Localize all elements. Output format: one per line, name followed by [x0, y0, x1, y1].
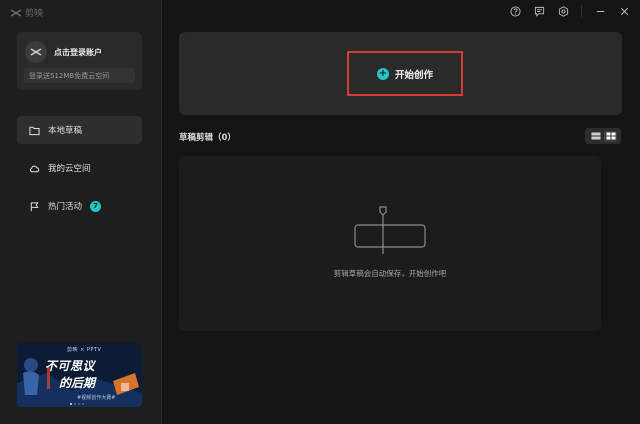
- avatar: [25, 41, 47, 63]
- feedback-icon[interactable]: [533, 5, 545, 17]
- create-project-card: + 开始创作: [179, 32, 622, 115]
- sidebar-nav: 本地草稿 我的云空间 热门活动 7: [17, 116, 142, 230]
- empty-timeline-icon: [354, 206, 426, 254]
- window-controls: [509, 5, 630, 17]
- cloud-promo-link[interactable]: 登录送512MB免费云空间: [24, 68, 135, 83]
- sidebar-item-cloud-space[interactable]: 我的云空间: [17, 154, 142, 182]
- app-logo-text: 剪映: [25, 9, 44, 19]
- drafts-section-title: 草稿剪辑（0）: [179, 133, 236, 143]
- grid-view-icon: [606, 132, 615, 140]
- settings-icon[interactable]: [557, 5, 569, 17]
- sidebar: 剪映 点击登录账户 登录送512MB免费云空间 本地草稿 我的云空间 热门活动 …: [0, 0, 162, 424]
- list-view-button[interactable]: [589, 131, 602, 142]
- help-icon[interactable]: [509, 5, 521, 17]
- banner-dot[interactable]: [82, 403, 84, 405]
- list-view-icon: [591, 132, 600, 140]
- sidebar-item-label: 本地草稿: [48, 126, 83, 136]
- app-logo: 剪映: [10, 6, 43, 19]
- sidebar-item-hot-events[interactable]: 热门活动 7: [17, 192, 142, 220]
- cloud-icon: [29, 165, 40, 172]
- login-label: 点击登录账户: [54, 47, 102, 57]
- titlebar-divider: [581, 5, 582, 17]
- login-button[interactable]: 点击登录账户: [25, 41, 102, 63]
- banner-title-line1: 不可思议: [45, 359, 96, 373]
- plus-icon: +: [376, 67, 389, 80]
- capcut-logo-icon: [10, 8, 22, 17]
- banner-pagination[interactable]: [70, 403, 84, 405]
- sidebar-item-local-drafts[interactable]: 本地草稿: [17, 116, 142, 144]
- sidebar-item-label: 热门活动: [48, 202, 83, 212]
- promo-banner[interactable]: 剪映 × PPTV 不可思议 的后期 #视频创作大赛#: [17, 343, 142, 407]
- banner-subtitle: #视频创作大赛#: [77, 395, 116, 401]
- banner-dot[interactable]: [74, 403, 76, 405]
- capcut-avatar-icon: [30, 48, 42, 56]
- drafts-empty-state: 剪辑草稿会自动保存，开始创作吧: [179, 156, 601, 331]
- app-window: 剪映 点击登录账户 登录送512MB免费云空间 本地草稿 我的云空间 热门活动 …: [0, 0, 640, 424]
- flag-icon: [30, 201, 39, 211]
- close-icon[interactable]: [618, 5, 630, 17]
- empty-state-message: 剪辑草稿会自动保存，开始创作吧: [333, 269, 447, 278]
- grid-view-button[interactable]: [604, 130, 617, 142]
- sidebar-item-label: 我的云空间: [48, 164, 91, 174]
- banner-brand: 剪映 × PPTV: [67, 347, 102, 353]
- view-mode-toggle: [585, 128, 621, 144]
- folder-icon: [29, 126, 40, 135]
- events-count-badge: 7: [90, 200, 102, 212]
- banner-title-line2: 的后期: [59, 376, 96, 390]
- login-card: 点击登录账户 登录送512MB免费云空间: [17, 32, 142, 90]
- banner-dot[interactable]: [78, 403, 80, 405]
- minimize-icon[interactable]: [594, 5, 606, 17]
- start-creating-label: 开始创作: [394, 69, 433, 81]
- start-creating-button[interactable]: + 开始创作: [347, 51, 463, 96]
- banner-dot-active[interactable]: [70, 403, 72, 405]
